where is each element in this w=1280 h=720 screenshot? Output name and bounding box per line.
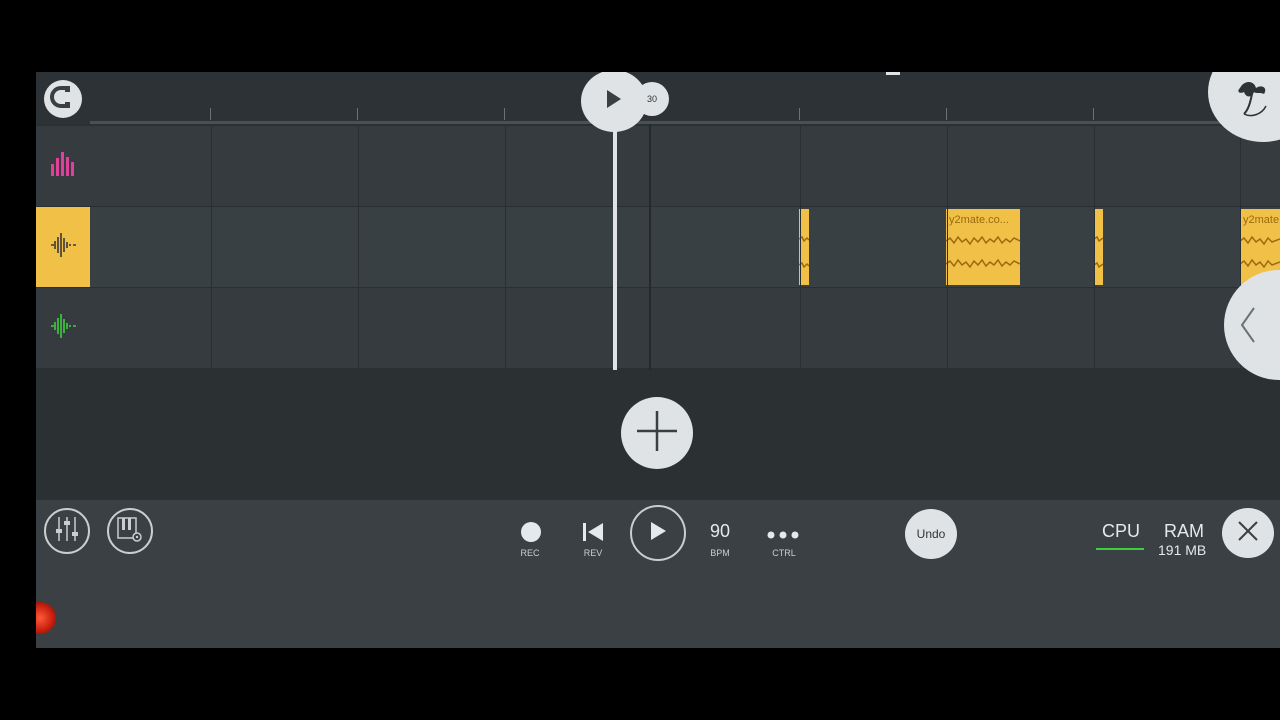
track-lane-1[interactable] — [90, 126, 1280, 206]
loop-marker[interactable] — [886, 72, 900, 75]
bar-number-bubble: 30 — [635, 82, 669, 116]
cpu-meter — [1096, 548, 1144, 550]
cpu-label: CPU — [1102, 521, 1141, 541]
plus-icon — [635, 409, 679, 458]
mixer-button[interactable] — [44, 508, 90, 554]
ruler-tick — [210, 108, 211, 120]
ram-value: 191 MB — [1158, 542, 1207, 558]
loop-end-line — [649, 124, 651, 370]
magnet-icon — [50, 84, 76, 115]
rec-label: REC — [520, 548, 540, 558]
rev-label: REV — [583, 548, 603, 558]
instrument-settings-button[interactable] — [107, 508, 153, 554]
snap-magnet-button[interactable] — [44, 80, 82, 118]
grid-line — [800, 126, 801, 370]
ruler-tick — [357, 108, 358, 120]
grid-line — [358, 126, 359, 370]
waveform-icon — [49, 231, 77, 264]
ruler-tick — [946, 108, 947, 120]
ruler-tick — [504, 108, 505, 120]
skip-back-icon — [582, 523, 604, 547]
record-button[interactable] — [521, 522, 541, 542]
bar-graph-icon — [50, 151, 76, 181]
ram-label: RAM — [1164, 521, 1204, 541]
ctrl-button[interactable] — [766, 527, 800, 539]
rewind-button[interactable] — [582, 521, 604, 548]
playhead-line[interactable] — [613, 128, 617, 370]
bpm-value[interactable]: 90 — [690, 521, 750, 542]
more-dots-icon — [766, 527, 800, 544]
grid-line — [211, 126, 212, 370]
track-header-3[interactable] — [36, 288, 90, 368]
audio-clip[interactable] — [1094, 209, 1103, 285]
waveform-icon — [49, 312, 77, 345]
add-track-button[interactable] — [621, 397, 693, 469]
fl-studio-mobile-app: y2mate.co... y2mate 30 REC REV 90 BPM CT… — [36, 72, 1280, 648]
chevron-left-icon — [1238, 306, 1258, 349]
audio-clip[interactable]: y2mate.co... — [946, 209, 1020, 285]
ruler-tick — [1093, 108, 1094, 120]
close-icon — [1237, 520, 1259, 547]
play-icon — [604, 88, 624, 115]
lane-divider — [90, 287, 1280, 288]
track-lane-3[interactable] — [90, 288, 1280, 368]
track-header-2[interactable] — [36, 207, 90, 287]
grid-line — [947, 126, 948, 370]
ruler-tick — [799, 108, 800, 120]
close-button[interactable] — [1222, 508, 1274, 558]
piano-gear-icon — [115, 514, 145, 549]
bpm-label: BPM — [710, 548, 730, 558]
undo-button[interactable]: Undo — [905, 509, 957, 559]
sliders-icon — [53, 515, 81, 548]
grid-line — [1094, 126, 1095, 370]
ruler-baseline — [90, 121, 1280, 124]
play-button[interactable] — [630, 505, 686, 561]
play-icon — [648, 520, 668, 547]
grid-line — [505, 126, 506, 370]
track-header-1[interactable] — [36, 126, 90, 206]
lane-divider — [90, 206, 1280, 207]
ctrl-label: CTRL — [772, 548, 796, 558]
